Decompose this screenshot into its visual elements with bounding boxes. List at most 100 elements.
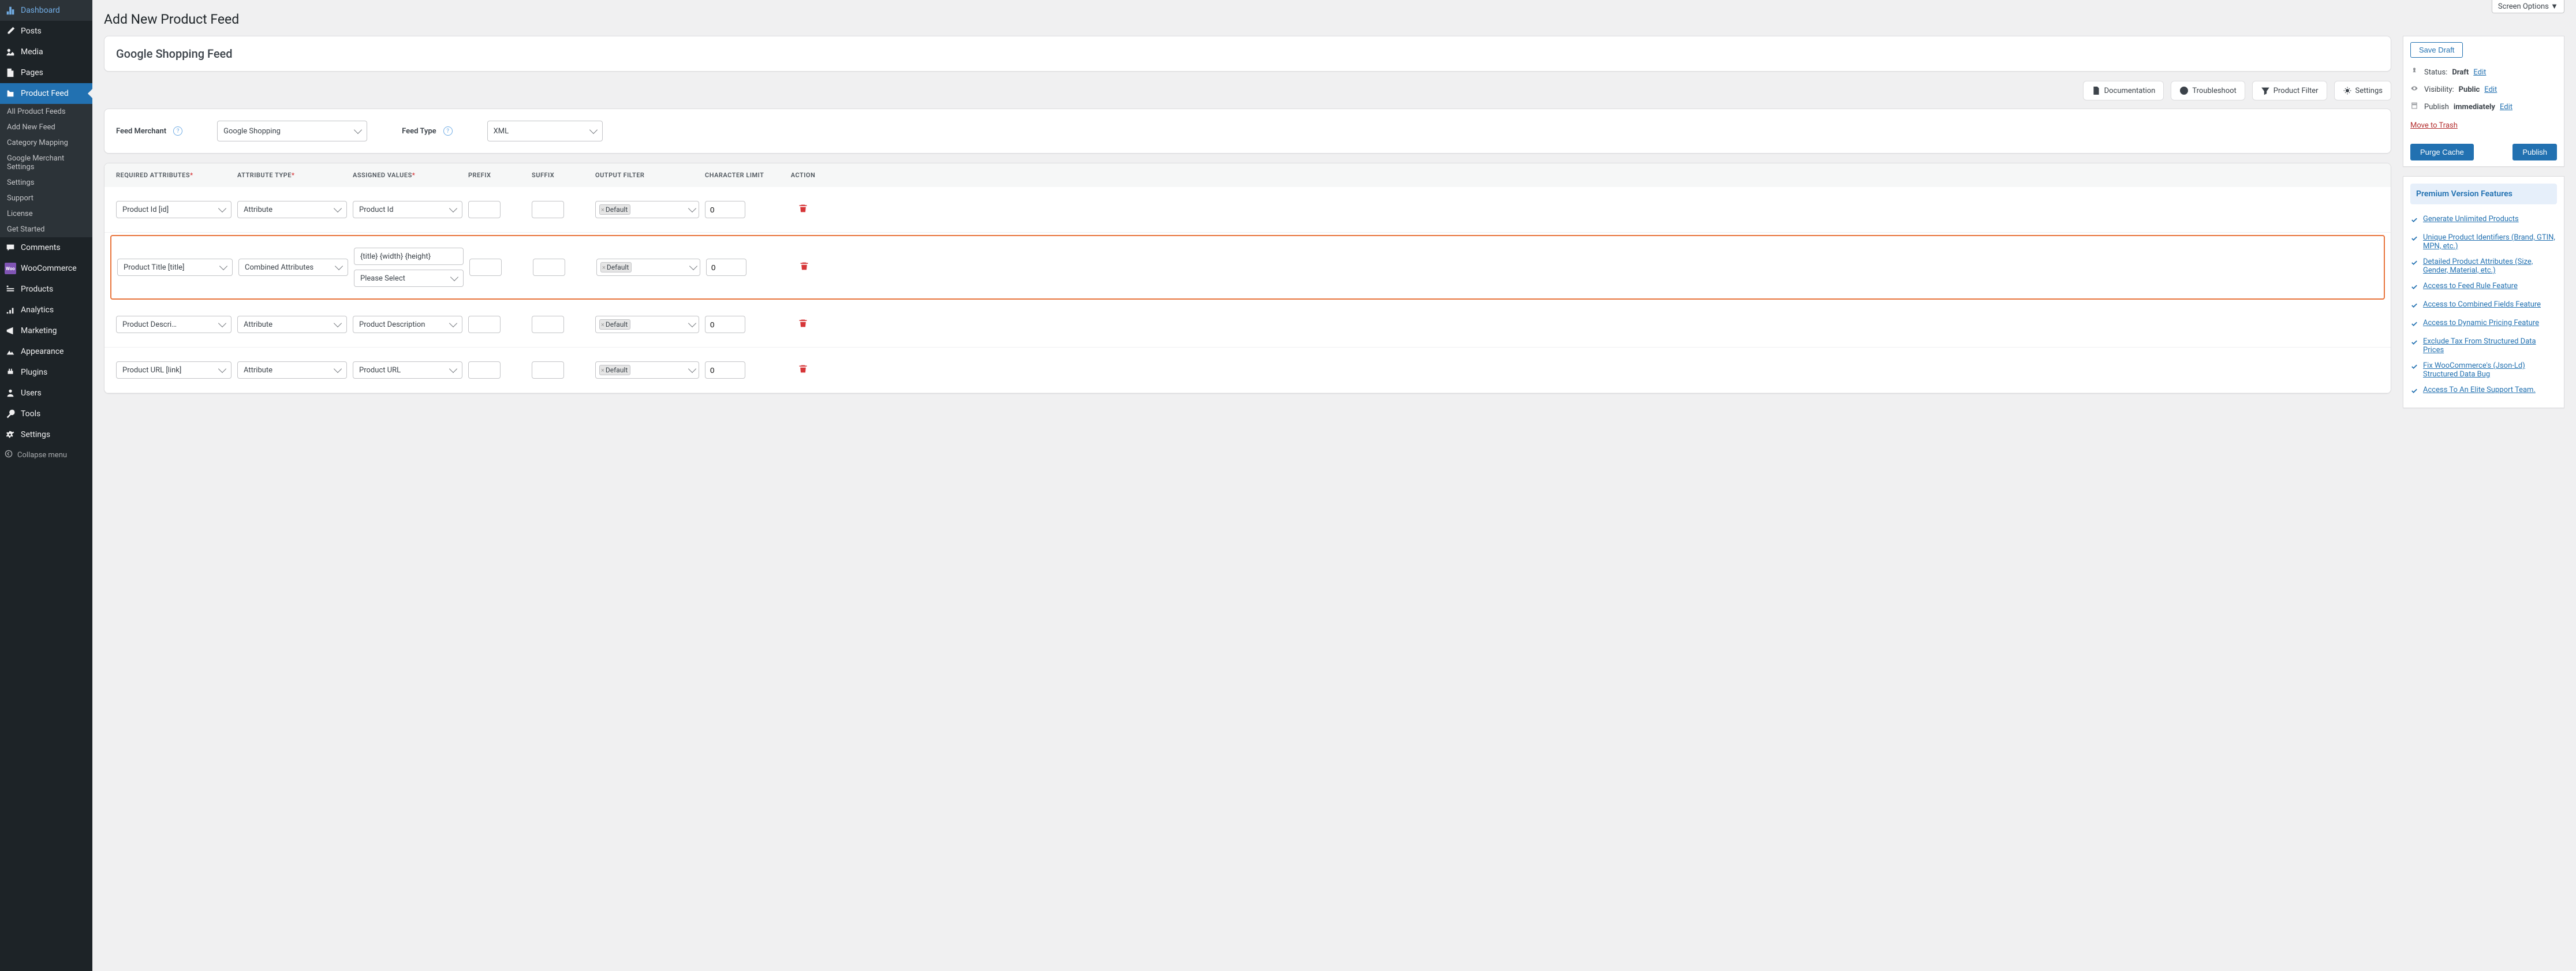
merchant-select[interactable]: Google Shopping (217, 121, 367, 141)
sidebar-item-pages[interactable]: Pages (0, 62, 92, 83)
assigned-select[interactable]: Product Description (353, 316, 462, 333)
feature-link[interactable]: Access to Combined Fields Feature (2423, 300, 2541, 309)
feature-link[interactable]: Access to Dynamic Pricing Feature (2423, 319, 2539, 327)
required-select[interactable]: Product Description [description] (116, 316, 232, 333)
output-filter-select[interactable]: ×Default (595, 361, 699, 379)
sidebar-item-users[interactable]: Users (0, 383, 92, 404)
charlimit-input[interactable] (705, 361, 745, 379)
output-filter-select[interactable]: ×Default (596, 259, 700, 276)
edit-status-link[interactable]: Edit (2473, 68, 2486, 77)
check-icon (2410, 259, 2418, 269)
submenu-get-started[interactable]: Get Started (0, 222, 92, 237)
sidebar-item-appearance[interactable]: Appearance (0, 341, 92, 362)
prefix-input[interactable] (468, 361, 501, 379)
documentation-button[interactable]: Documentation (2083, 81, 2164, 100)
submenu-support[interactable]: Support (0, 191, 92, 206)
assigned-select[interactable]: Product Id (353, 201, 462, 218)
delete-row-button[interactable] (780, 364, 826, 376)
save-draft-button[interactable]: Save Draft (2410, 42, 2463, 58)
edit-publish-link[interactable]: Edit (2500, 103, 2512, 111)
submenu-category-mapping[interactable]: Category Mapping (0, 135, 92, 151)
sidebar-item-tools[interactable]: Tools (0, 404, 92, 424)
feature-link[interactable]: Detailed Product Attributes (Size, Gende… (2423, 257, 2557, 275)
attr-type-select[interactable]: Combined Attributes (238, 259, 348, 276)
type-select[interactable]: XML (487, 121, 603, 141)
remove-tag-icon[interactable]: × (601, 206, 604, 214)
submenu-settings[interactable]: Settings (0, 175, 92, 191)
sidebar-label: Comments (21, 243, 61, 252)
marketing-icon (5, 325, 16, 337)
delete-row-button[interactable] (781, 262, 827, 273)
move-to-trash-link[interactable]: Move to Trash (2410, 121, 2458, 130)
remove-tag-icon[interactable]: × (602, 264, 606, 271)
sidebar-item-plugins[interactable]: Plugins (0, 362, 92, 383)
sidebar-item-media[interactable]: Media (0, 42, 92, 62)
submenu-add-new[interactable]: Add New Feed (0, 119, 92, 135)
gear-icon (2343, 86, 2352, 95)
submenu-license[interactable]: License (0, 206, 92, 222)
required-select[interactable]: Product Title [title] (117, 259, 233, 276)
edit-visibility-link[interactable]: Edit (2484, 85, 2497, 94)
output-filter-select[interactable]: ×Default (595, 201, 699, 218)
help-icon[interactable]: ? (443, 126, 453, 136)
required-select[interactable]: Product URL [link] (116, 361, 232, 379)
collapse-menu[interactable]: Collapse menu (0, 445, 92, 465)
check-icon (2410, 301, 2418, 312)
feature-link[interactable]: Exclude Tax From Structured Data Prices (2423, 337, 2557, 354)
charlimit-input[interactable] (705, 201, 745, 218)
submenu-google-merchant[interactable]: Google Merchant Settings (0, 151, 92, 175)
sidebar-item-products[interactable]: Products (0, 279, 92, 300)
assigned-select[interactable]: Product URL (353, 361, 462, 379)
chevron-down-icon (335, 262, 343, 270)
sidebar-item-comments[interactable]: Comments (0, 237, 92, 258)
attr-type-select[interactable]: Attribute (237, 361, 347, 379)
sidebar-item-product-feed[interactable]: Product Feed (0, 83, 92, 104)
sidebar-item-analytics[interactable]: Analytics (0, 300, 92, 320)
feature-link[interactable]: Fix WooCommerce's (Json-Ld) Structured D… (2423, 361, 2557, 379)
submenu-all-feeds[interactable]: All Product Feeds (0, 104, 92, 119)
status-label: Status: (2424, 68, 2447, 77)
feature-link[interactable]: Access To An Elite Support Team. (2423, 386, 2536, 394)
table-row-highlighted: Product Title [title] Combined Attribute… (110, 235, 2385, 300)
attr-type-select[interactable]: Attribute (237, 201, 347, 218)
delete-row-button[interactable] (780, 204, 826, 215)
suffix-input[interactable] (532, 201, 564, 218)
prefix-input[interactable] (468, 316, 501, 333)
prefix-input[interactable] (468, 201, 501, 218)
type-label: Feed Type (402, 127, 436, 136)
charlimit-input[interactable] (706, 259, 746, 276)
settings-button[interactable]: Settings (2334, 81, 2391, 100)
product-filter-button[interactable]: Product Filter (2252, 81, 2327, 100)
sidebar-item-marketing[interactable]: Marketing (0, 320, 92, 341)
remove-tag-icon[interactable]: × (601, 367, 604, 374)
publish-button[interactable]: Publish (2512, 144, 2557, 160)
sidebar-item-posts[interactable]: Posts (0, 21, 92, 42)
sidebar-item-settings[interactable]: Settings (0, 424, 92, 445)
suffix-input[interactable] (533, 259, 565, 276)
feature-link[interactable]: Unique Product Identifiers (Brand, GTIN,… (2423, 233, 2557, 251)
suffix-input[interactable] (532, 361, 564, 379)
col-prefix: Prefix (468, 171, 526, 179)
output-filter-select[interactable]: ×Default (595, 316, 699, 333)
troubleshoot-button[interactable]: Troubleshoot (2171, 81, 2245, 100)
assigned-input[interactable]: {title} {width} {height} (354, 248, 464, 265)
remove-tag-icon[interactable]: × (601, 321, 604, 328)
required-select[interactable]: Product Id [id] (116, 201, 232, 218)
help-icon[interactable]: ? (173, 126, 182, 136)
feed-title-card: Google Shopping Feed (104, 36, 2391, 72)
sidebar-item-dashboard[interactable]: Dashboard (0, 0, 92, 21)
feature-item: Access to Combined Fields Feature (2410, 297, 2557, 315)
feature-item: Fix WooCommerce's (Json-Ld) Structured D… (2410, 358, 2557, 382)
screen-options-toggle[interactable]: Screen Options ▼ (2492, 0, 2564, 13)
delete-row-button[interactable] (780, 319, 826, 330)
feature-item: Exclude Tax From Structured Data Prices (2410, 334, 2557, 358)
assigned-select[interactable]: Please Select (354, 270, 464, 287)
feature-link[interactable]: Access to Feed Rule Feature (2423, 282, 2518, 290)
sidebar-item-woocommerce[interactable]: Woo WooCommerce (0, 258, 92, 279)
prefix-input[interactable] (469, 259, 502, 276)
purge-cache-button[interactable]: Purge Cache (2410, 144, 2474, 160)
suffix-input[interactable] (532, 316, 564, 333)
feature-link[interactable]: Generate Unlimited Products (2423, 215, 2519, 223)
attr-type-select[interactable]: Attribute (237, 316, 347, 333)
charlimit-input[interactable] (705, 316, 745, 333)
